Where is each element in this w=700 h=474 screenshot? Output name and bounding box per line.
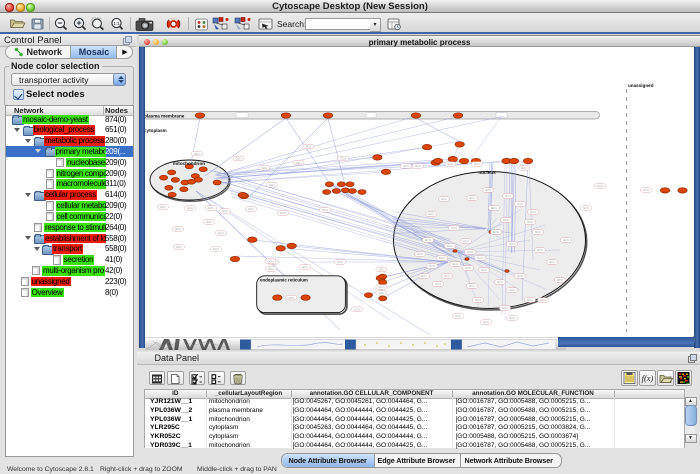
svg-text:GO:t: GO:t: [354, 307, 360, 311]
svg-text:GO:t: GO:t: [340, 157, 346, 161]
svg-text:GO:t: GO:t: [444, 274, 450, 278]
svg-text:GO:t: GO:t: [485, 188, 491, 192]
svg-text:GO:t: GO:t: [502, 306, 508, 310]
svg-text:GO:t: GO:t: [160, 205, 166, 209]
svg-text:GO:t: GO:t: [213, 247, 219, 251]
svg-text:GO:t: GO:t: [176, 245, 182, 249]
svg-text:GO:t: GO:t: [469, 196, 475, 200]
svg-text:GO:t: GO:t: [455, 314, 461, 318]
svg-text:GO:t: GO:t: [302, 265, 308, 269]
svg-text:unassigned: unassigned: [628, 83, 654, 88]
svg-text:GO:t: GO:t: [535, 230, 541, 234]
svg-text:GO:t: GO:t: [537, 248, 543, 252]
svg-text:GO:t: GO:t: [447, 162, 453, 166]
svg-text:GO:t: GO:t: [378, 291, 384, 295]
svg-text:GO:t: GO:t: [305, 145, 311, 149]
svg-text:GO:t: GO:t: [517, 274, 523, 278]
svg-text:GO:t: GO:t: [417, 252, 423, 256]
svg-text:GO:t: GO:t: [583, 206, 589, 210]
svg-text:GO:t: GO:t: [597, 184, 603, 188]
svg-text:GO:t: GO:t: [435, 282, 441, 286]
svg-text:GO:t: GO:t: [222, 209, 228, 213]
svg-text:1:1: 1:1: [113, 21, 120, 26]
svg-text:f(x): f(x): [642, 373, 654, 383]
svg-text:GO:t: GO:t: [540, 298, 546, 302]
svg-text:GO:t: GO:t: [288, 296, 294, 300]
svg-text:GO:t: GO:t: [505, 194, 511, 198]
svg-text:GO:t: GO:t: [218, 231, 224, 235]
svg-text:GO:t: GO:t: [267, 259, 273, 263]
svg-text:GO:t: GO:t: [415, 164, 421, 168]
svg-text:GO:t: GO:t: [194, 152, 200, 156]
svg-text:GO:t: GO:t: [187, 206, 193, 210]
svg-text:GO:t: GO:t: [428, 212, 434, 216]
svg-text:GO:t: GO:t: [483, 320, 489, 324]
svg-text:GO:t: GO:t: [269, 183, 275, 187]
svg-text:GO:t: GO:t: [206, 220, 212, 224]
svg-text:GO:t: GO:t: [337, 260, 343, 264]
svg-text:GO:t: GO:t: [527, 298, 533, 302]
svg-text:GO:t: GO:t: [439, 256, 445, 260]
svg-text:GO:t: GO:t: [378, 268, 384, 272]
svg-text:GO:t: GO:t: [261, 166, 267, 170]
svg-text:GO:t: GO:t: [403, 164, 409, 168]
svg-text:GO:t: GO:t: [527, 220, 533, 224]
svg-text:GO:t: GO:t: [322, 208, 328, 212]
svg-text:GO:t: GO:t: [421, 274, 427, 278]
svg-text:GO:t: GO:t: [248, 207, 254, 211]
svg-text:GO:t: GO:t: [425, 238, 431, 242]
svg-text:GO:t: GO:t: [469, 284, 475, 288]
svg-text:GO:t: GO:t: [549, 260, 555, 264]
svg-text:GO:t: GO:t: [268, 267, 274, 271]
svg-text:GO:t: GO:t: [530, 210, 536, 214]
svg-text:GO:t: GO:t: [509, 288, 515, 292]
svg-text:GO:t: GO:t: [521, 166, 527, 170]
svg-text:GO:t: GO:t: [296, 161, 302, 165]
svg-text:GO:t: GO:t: [643, 188, 649, 192]
svg-text:GO:t: GO:t: [509, 242, 515, 246]
svg-text:GO:t: GO:t: [517, 202, 523, 206]
svg-text:cytoplasm: cytoplasm: [145, 128, 167, 133]
svg-text:mitochondrion: mitochondrion: [173, 161, 205, 166]
svg-text:endoplasmic reticulum: endoplasmic reticulum: [260, 278, 308, 283]
svg-text:GO:t: GO:t: [491, 206, 497, 210]
svg-text:GO:t: GO:t: [563, 238, 569, 242]
svg-text:GO:t: GO:t: [475, 298, 481, 302]
svg-text:GO:t: GO:t: [447, 244, 453, 248]
svg-text:GO:t: GO:t: [463, 239, 469, 243]
svg-text:GO:t: GO:t: [481, 268, 487, 272]
svg-text:GO:t: GO:t: [557, 278, 563, 282]
svg-text:GO:t: GO:t: [236, 157, 242, 161]
svg-text:GO:t: GO:t: [175, 227, 181, 231]
svg-text:GO:t: GO:t: [378, 285, 384, 289]
svg-text:GO:t: GO:t: [509, 316, 515, 320]
svg-text:GO:t: GO:t: [465, 266, 471, 270]
svg-text:GO:t: GO:t: [474, 162, 480, 166]
svg-text:GO:t: GO:t: [477, 256, 483, 260]
svg-text:GO:t: GO:t: [429, 264, 435, 268]
svg-text:GO:t: GO:t: [467, 250, 473, 254]
svg-text:GO:t: GO:t: [452, 262, 458, 266]
svg-text:GO:t: GO:t: [441, 197, 447, 201]
svg-text:GO:t: GO:t: [451, 226, 457, 230]
svg-text:nucleus: nucleus: [478, 170, 496, 175]
svg-text:GO:t: GO:t: [208, 206, 214, 210]
svg-text:plasma membrane: plasma membrane: [145, 114, 185, 119]
svg-text:GO:t: GO:t: [493, 230, 499, 234]
svg-text:GO:t: GO:t: [503, 218, 509, 222]
svg-text:GO:t: GO:t: [497, 280, 503, 284]
svg-text:GO:t: GO:t: [280, 211, 286, 215]
